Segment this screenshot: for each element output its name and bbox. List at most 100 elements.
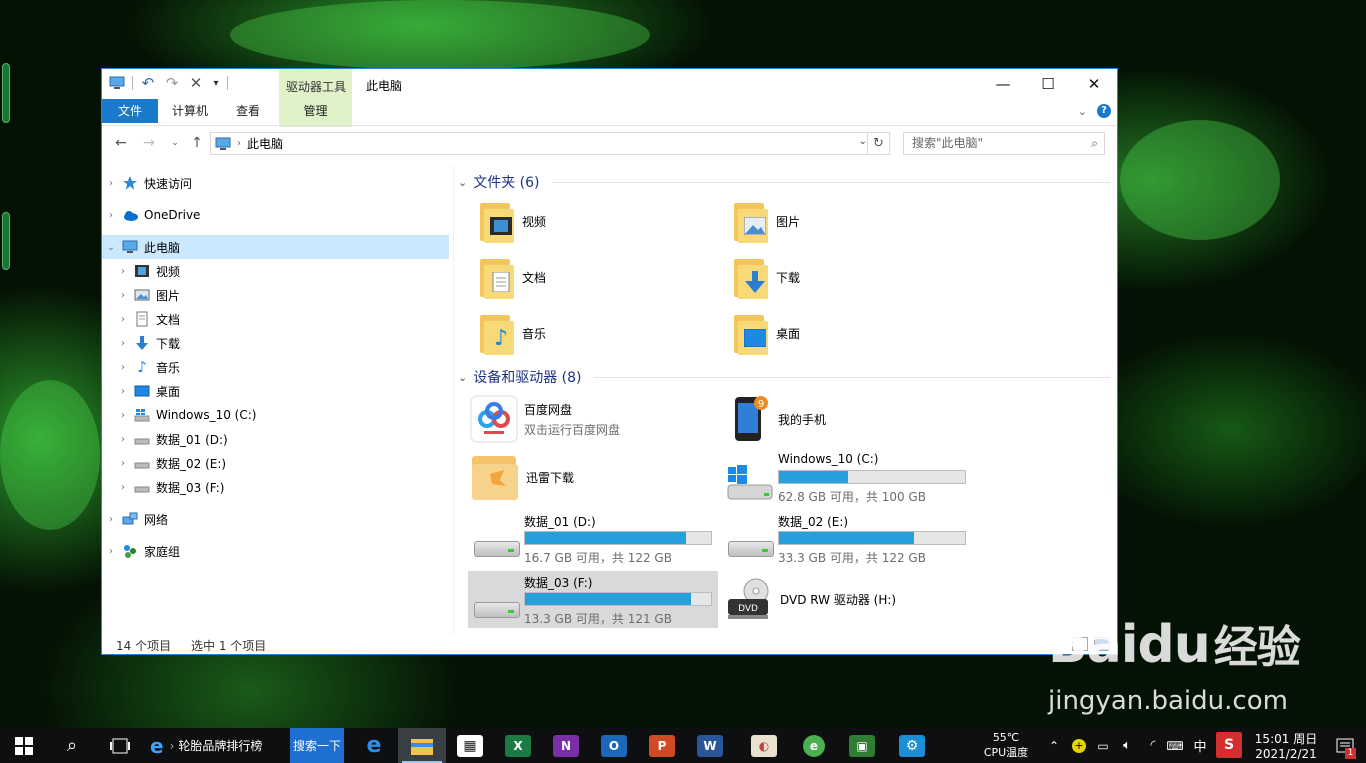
device-my-phone[interactable]: 9 我的手机 <box>732 395 826 443</box>
refresh-icon[interactable]: ↻ <box>867 133 889 154</box>
delete-icon[interactable]: ✕ <box>187 74 205 92</box>
address-dropdown-icon[interactable]: ⌄ <box>859 136 867 147</box>
folder-downloads[interactable]: 下载 <box>732 255 800 299</box>
redo-icon[interactable]: ↷ <box>163 74 181 92</box>
side-gadget-slider[interactable] <box>2 63 10 123</box>
tab-view[interactable]: 查看 <box>222 99 274 123</box>
taskbar-app-powerpoint[interactable]: P <box>638 728 686 763</box>
recent-locations-icon[interactable]: ⌄ <box>166 134 184 152</box>
chevron-right-icon[interactable]: › <box>116 290 130 301</box>
chevron-down-icon[interactable]: ⌄ <box>104 242 118 253</box>
wifi-icon[interactable]: ◜ <box>1142 728 1164 763</box>
nav-item-this-pc[interactable]: ⌄ 此电脑 <box>102 235 449 259</box>
chevron-right-icon[interactable]: › <box>104 178 118 189</box>
search-input[interactable]: 搜索"此电脑" ⌕ <box>903 132 1105 155</box>
nav-item-drive-c[interactable]: › Windows_10 (C:) <box>102 403 449 427</box>
nav-item-network[interactable]: › 网络 <box>102 507 449 531</box>
nav-item-onedrive[interactable]: › OneDrive <box>102 203 449 227</box>
close-button[interactable]: ✕ <box>1071 69 1117 99</box>
clock[interactable]: 15:01 周日 2021/2/21 <box>1246 728 1326 763</box>
nav-item-downloads[interactable]: › 下载 <box>102 331 449 355</box>
tab-computer[interactable]: 计算机 <box>162 99 218 123</box>
drive-e[interactable]: 数据_02 (E:) 33.3 GB 可用，共 122 GB <box>722 509 972 567</box>
tab-file[interactable]: 文件 <box>102 99 158 123</box>
folder-pictures[interactable]: 图片 <box>732 199 800 243</box>
side-gadget-slider[interactable] <box>2 212 10 270</box>
search-icon[interactable]: ⌕ <box>1091 133 1098 154</box>
notification-center-icon[interactable]: 1 <box>1330 728 1360 763</box>
tray-app-icon[interactable]: + <box>1068 728 1090 763</box>
nav-item-drive-f[interactable]: › 数据_03 (F:) <box>102 475 449 499</box>
help-icon[interactable]: ? <box>1097 104 1111 118</box>
tab-manage[interactable]: 管理 <box>279 99 352 123</box>
folders-section-header[interactable]: ⌄ 文件夹 (6) <box>458 172 540 192</box>
nav-item-quick-access[interactable]: › 快速访问 <box>102 171 449 195</box>
nav-item-videos[interactable]: › 视频 <box>102 259 449 283</box>
ime-indicator[interactable]: 中 <box>1188 728 1212 763</box>
drive-f[interactable]: 数据_03 (F:) 13.3 GB 可用，共 121 GB <box>468 571 718 628</box>
customize-qat-icon[interactable]: ▾ <box>211 75 221 91</box>
taskbar-app-edge[interactable]: e <box>350 728 398 763</box>
taskbar-app-browser[interactable]: e <box>790 728 838 763</box>
chevron-right-icon[interactable]: › <box>116 434 130 445</box>
computer-icon[interactable] <box>108 75 126 91</box>
up-arrow-icon[interactable]: ↑ <box>188 134 206 152</box>
chevron-down-icon[interactable]: ⌄ <box>458 176 467 189</box>
chevron-right-icon[interactable]: › <box>104 210 118 221</box>
expand-ribbon-icon[interactable]: ⌄ <box>1078 105 1087 118</box>
start-button[interactable] <box>0 728 48 763</box>
folder-desktop[interactable]: 桌面 <box>732 311 800 355</box>
search-icon[interactable]: ⌕ <box>48 728 96 763</box>
drive-dvd[interactable]: DVD DVD RW 驱动器 (H:) <box>726 577 896 621</box>
taskbar-app-excel[interactable]: X <box>494 728 542 763</box>
battery-icon[interactable]: ▭ <box>1092 728 1114 763</box>
chevron-right-icon[interactable]: › <box>116 362 130 373</box>
cpu-temperature[interactable]: 55℃ CPU温度 <box>972 728 1040 763</box>
taskbar-app-outlook[interactable]: O <box>590 728 638 763</box>
breadcrumb-chevron-icon[interactable]: › <box>237 138 241 149</box>
nav-item-documents[interactable]: › 文档 <box>102 307 449 331</box>
nav-item-drive-d[interactable]: › 数据_01 (D:) <box>102 427 449 451</box>
drive-d[interactable]: 数据_01 (D:) 16.7 GB 可用，共 122 GB <box>468 509 718 567</box>
drive-c[interactable]: Windows_10 (C:) 62.8 GB 可用，共 100 GB <box>724 447 974 507</box>
maximize-button[interactable]: ☐ <box>1025 69 1071 99</box>
device-xunlei[interactable]: 迅雷下载 <box>470 452 574 502</box>
minimize-button[interactable]: — <box>980 69 1026 99</box>
taskbar-app-onenote[interactable]: N <box>542 728 590 763</box>
chevron-right-icon[interactable]: › <box>116 386 130 397</box>
chevron-right-icon[interactable]: › <box>116 482 130 493</box>
sogou-ime-icon[interactable]: S <box>1216 732 1242 758</box>
taskbar-app-photos[interactable]: ▣ <box>838 728 886 763</box>
devices-section-header[interactable]: ⌄ 设备和驱动器 (8) <box>458 367 582 387</box>
taskbar-app-store[interactable]: ▦ <box>446 728 494 763</box>
taskbar-app-explorer[interactable] <box>398 728 446 763</box>
address-bar[interactable]: › 此电脑 ⌄ ↻ <box>210 132 890 155</box>
chevron-right-icon[interactable]: › <box>116 458 130 469</box>
chevron-right-icon[interactable]: › <box>116 266 130 277</box>
chevron-right-icon[interactable]: › <box>116 338 130 349</box>
nav-item-pictures[interactable]: › 图片 <box>102 283 449 307</box>
nav-item-homegroup[interactable]: › 家庭组 <box>102 539 449 563</box>
nav-item-music[interactable]: › ♪ 音乐 <box>102 355 449 379</box>
pane-splitter[interactable] <box>453 165 454 635</box>
nav-item-drive-e[interactable]: › 数据_02 (E:) <box>102 451 449 475</box>
breadcrumb[interactable]: 此电脑 <box>247 135 283 152</box>
task-view-icon[interactable] <box>96 728 144 763</box>
volume-icon[interactable]: 🔈︎ <box>1116 728 1138 763</box>
chevron-right-icon[interactable]: › <box>104 546 118 557</box>
search-once-button[interactable]: 搜索一下 <box>290 728 344 763</box>
ie-browser-task[interactable]: e › 轮胎品牌排行榜 <box>144 728 290 763</box>
keyboard-icon[interactable]: ⌨ <box>1164 728 1186 763</box>
chevron-right-icon[interactable]: › <box>116 410 130 421</box>
back-arrow-icon[interactable]: ← <box>112 134 130 152</box>
folder-music[interactable]: ♪ 音乐 <box>478 311 546 355</box>
forward-arrow-icon[interactable]: → <box>140 134 158 152</box>
device-baidu-netdisk[interactable]: 百度网盘 双击运行百度网盘 <box>470 395 620 443</box>
folder-videos[interactable]: 视频 <box>478 199 546 243</box>
undo-icon[interactable]: ↶ <box>139 74 157 92</box>
folder-documents[interactable]: 文档 <box>478 255 546 299</box>
taskbar-app-settings[interactable]: ⚙ <box>888 728 936 763</box>
nav-item-desktop[interactable]: › 桌面 <box>102 379 449 403</box>
chevron-down-icon[interactable]: ⌄ <box>458 371 467 384</box>
taskbar-app-paint[interactable]: ◐ <box>740 728 788 763</box>
